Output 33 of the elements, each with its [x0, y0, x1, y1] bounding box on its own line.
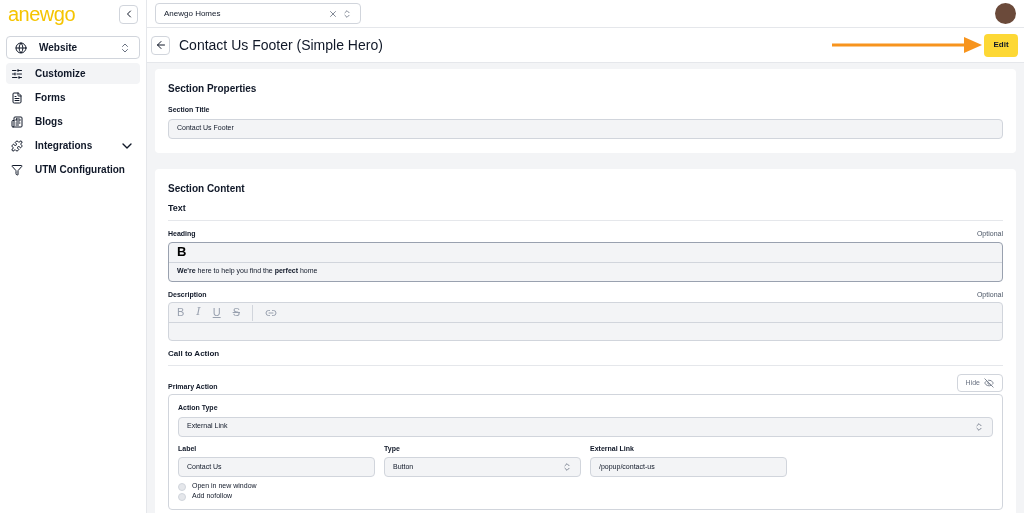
group-title: Call to Action — [168, 348, 1003, 366]
sidebar-item[interactable]: Forms — [6, 87, 140, 108]
card-title: Section Properties — [168, 82, 258, 96]
checkbox[interactable] — [178, 492, 186, 501]
page-title: Contact Us Footer (Simple Hero) — [179, 35, 383, 55]
avatar[interactable] — [995, 3, 1016, 24]
back-button[interactable] — [151, 35, 170, 55]
sidebar-item[interactable]: UTM Configuration — [6, 159, 140, 180]
checkbox[interactable] — [178, 482, 186, 491]
format-button[interactable]: B — [177, 242, 187, 262]
up-down-icon — [342, 8, 352, 19]
puzzle-icon — [11, 139, 23, 152]
site-select[interactable]: Website — [6, 36, 140, 59]
logo: anewgo — [8, 4, 76, 24]
account-select[interactable]: Anewgo Homes — [155, 3, 361, 24]
sidebar-item[interactable]: Blogs — [6, 111, 140, 132]
filter-icon — [11, 163, 23, 176]
newspaper-icon — [11, 115, 23, 128]
arrow-left-icon — [154, 39, 167, 51]
globe-icon — [15, 41, 27, 54]
edit-button[interactable]: Edit — [984, 33, 1018, 57]
up-down-icon — [974, 421, 984, 432]
clear-icon[interactable] — [328, 8, 338, 19]
sliders-icon — [11, 67, 23, 80]
up-down-icon — [119, 41, 131, 54]
collapse-button[interactable] — [119, 4, 138, 24]
card-title: Section Content — [168, 181, 246, 196]
sidebar-item[interactable]: Integrations — [6, 135, 140, 156]
document-icon — [11, 91, 23, 104]
eye-off-icon — [984, 378, 994, 388]
up-down-icon — [562, 462, 572, 472]
sidebar-item[interactable]: Customize — [6, 63, 140, 84]
group-title: Text — [168, 201, 1003, 221]
